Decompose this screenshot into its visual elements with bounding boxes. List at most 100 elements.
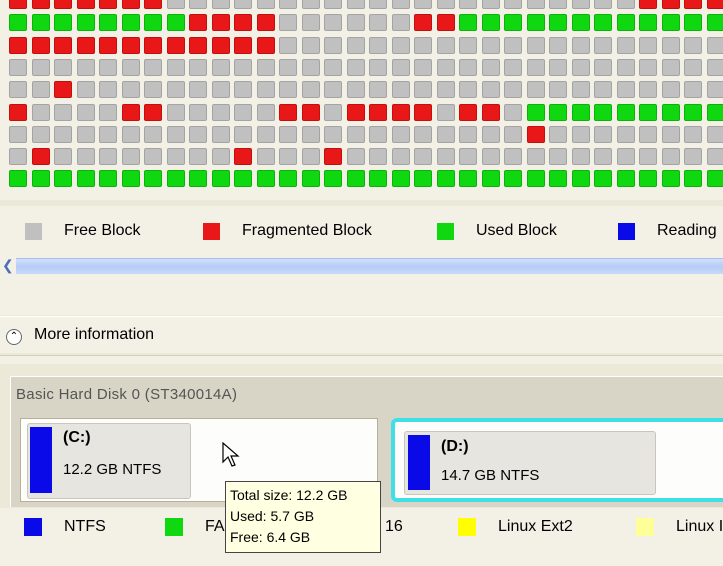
used-block	[571, 170, 590, 188]
free-block	[211, 103, 230, 121]
free-block	[166, 148, 185, 166]
free-block	[346, 36, 365, 54]
fragmented-block	[346, 103, 365, 121]
free-block	[594, 58, 612, 76]
free-block	[324, 81, 342, 99]
free-block	[279, 81, 297, 99]
tooltip-free: Free: 6.4 GB	[230, 529, 311, 545]
free-block	[99, 58, 117, 76]
free-block	[391, 148, 410, 166]
free-block	[256, 81, 275, 99]
free-block	[54, 125, 72, 143]
used-block	[616, 170, 635, 188]
free-block	[189, 148, 207, 166]
free-block	[459, 148, 477, 166]
partition-d[interactable]: (D:) 14.7 GB NTFS	[391, 418, 723, 502]
used-block	[639, 103, 657, 121]
free-block	[616, 36, 635, 54]
free-block	[706, 81, 723, 99]
used-block-swatch	[437, 222, 454, 240]
free-block	[189, 81, 207, 99]
free-block	[144, 125, 162, 143]
free-block	[324, 103, 342, 121]
free-block	[414, 0, 432, 9]
legend-fragmented-label: Fragmented Block	[242, 222, 372, 239]
free-block	[594, 0, 612, 9]
free-block	[504, 36, 522, 54]
used-block	[9, 170, 27, 188]
free-block	[459, 125, 477, 143]
free-block	[504, 81, 522, 99]
free-block	[76, 125, 95, 143]
free-block	[639, 81, 657, 99]
used-block	[616, 14, 635, 32]
more-information-label[interactable]: More information	[34, 326, 154, 344]
free-block	[234, 103, 252, 121]
free-block	[549, 81, 567, 99]
free-block	[639, 148, 657, 166]
free-block	[346, 125, 365, 143]
fragmented-block	[661, 0, 680, 9]
fragmented-block	[144, 0, 162, 9]
free-block	[189, 103, 207, 121]
ntfs-swatch	[24, 518, 42, 536]
legend-reading: Reading	[618, 222, 717, 240]
free-block	[76, 58, 95, 76]
free-block-swatch	[25, 222, 42, 240]
free-block	[234, 58, 252, 76]
fragmented-block	[459, 103, 477, 121]
more-information-toggle[interactable]: ⌃ More information	[0, 316, 723, 353]
free-block	[256, 148, 275, 166]
partition-d-name: (D:)	[441, 438, 469, 455]
free-block	[661, 81, 680, 99]
free-block	[324, 58, 342, 76]
scrollbar-track[interactable]	[16, 258, 723, 274]
free-block	[256, 125, 275, 143]
horizontal-scrollbar[interactable]: ❮	[0, 255, 723, 277]
free-block	[211, 58, 230, 76]
used-block	[144, 14, 162, 32]
free-block	[31, 103, 50, 121]
linux-other-swatch	[636, 518, 654, 536]
chevron-up-circle-icon[interactable]: ⌃	[6, 329, 22, 345]
scroll-left-icon[interactable]: ❮	[2, 257, 14, 274]
free-block	[211, 148, 230, 166]
ntfs-color-bar	[408, 435, 430, 490]
legend-fat16: 16	[385, 518, 403, 536]
free-block	[549, 0, 567, 9]
legend-fat: FA	[165, 518, 225, 536]
free-block	[346, 58, 365, 76]
free-block	[684, 148, 702, 166]
used-block	[121, 170, 140, 188]
free-block	[166, 103, 185, 121]
used-block	[436, 170, 455, 188]
fragmented-block	[9, 0, 27, 9]
free-block	[414, 125, 432, 143]
used-block	[594, 103, 612, 121]
free-block	[301, 0, 320, 9]
legend-linux-ext2-label: Linux Ext2	[498, 518, 573, 535]
free-block	[526, 148, 545, 166]
used-block	[346, 170, 365, 188]
partition-d-info: 14.7 GB NTFS	[441, 467, 540, 484]
used-block	[684, 14, 702, 32]
used-block	[616, 103, 635, 121]
fragmented-block-swatch	[203, 222, 220, 240]
fragmented-block	[706, 0, 723, 9]
fragmented-block	[189, 36, 207, 54]
free-block	[459, 58, 477, 76]
free-block	[616, 125, 635, 143]
used-block	[459, 170, 477, 188]
tooltip-used: Used: 5.7 GB	[230, 508, 315, 524]
fragmented-block	[189, 14, 207, 32]
free-block	[324, 125, 342, 143]
free-block	[279, 36, 297, 54]
used-block	[414, 170, 432, 188]
free-block	[279, 58, 297, 76]
fragmented-block	[324, 148, 342, 166]
used-block	[211, 170, 230, 188]
free-block	[54, 103, 72, 121]
free-block	[639, 36, 657, 54]
free-block	[301, 14, 320, 32]
free-block	[549, 148, 567, 166]
